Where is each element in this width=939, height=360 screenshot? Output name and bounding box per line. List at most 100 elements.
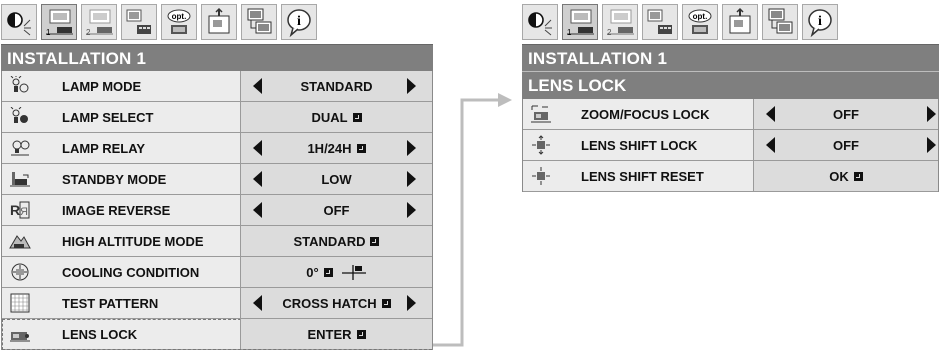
setting-icon xyxy=(208,7,230,34)
menu-tab-bar: 1 2 opt. i xyxy=(1,2,433,44)
lens-lock-icon xyxy=(2,319,38,349)
image-reverse-row[interactable]: R R IMAGE REVERSE OFF xyxy=(2,195,432,226)
left-arrow-icon[interactable] xyxy=(253,295,262,311)
row-label: COOLING CONDITION xyxy=(62,264,200,280)
network-icon xyxy=(768,8,793,34)
installation-2-tab[interactable]: 2 xyxy=(81,4,117,40)
installation-menu-panel: 1 2 opt. i INSTALLATION 1 LAMP MODE STAN… xyxy=(1,2,433,350)
submenu-list: ZOOM/FOCUS LOCK OFF LENS SHIFT LOCK OFF … xyxy=(522,99,939,192)
image-reverse-icon: RR xyxy=(2,195,38,225)
signal-tab[interactable] xyxy=(121,4,157,40)
svg-text:opt.: opt. xyxy=(172,12,187,21)
setting-tab[interactable] xyxy=(722,4,758,40)
picture-tab[interactable] xyxy=(522,4,558,40)
lens-lock-value[interactable]: ENTER xyxy=(240,319,432,349)
right-arrow-icon[interactable] xyxy=(407,140,416,156)
right-arrow-icon[interactable] xyxy=(927,137,936,153)
setting-tab[interactable] xyxy=(201,4,237,40)
submenu-title: LENS LOCK xyxy=(522,71,939,99)
altitude-icon xyxy=(2,226,38,256)
row-label: LAMP MODE xyxy=(62,78,142,94)
picture-adjust-icon xyxy=(528,12,552,36)
lens-shift-lock-row[interactable]: LENS SHIFT LOCK OFF xyxy=(523,130,938,161)
left-arrow-icon[interactable] xyxy=(253,171,262,187)
standby-mode-value[interactable]: LOW xyxy=(240,164,432,194)
lamp-select-row[interactable]: LAMP SELECT DUAL xyxy=(2,102,432,133)
installation-2-tab[interactable]: 2 xyxy=(602,4,638,40)
svg-text:1: 1 xyxy=(46,28,51,37)
lens-shift-reset-icon xyxy=(523,161,559,191)
cooling-condition-value[interactable]: 0° xyxy=(240,257,432,287)
information-tab[interactable]: i xyxy=(802,4,838,40)
svg-text:i: i xyxy=(297,14,301,29)
signal-tab[interactable] xyxy=(642,4,678,40)
right-arrow-icon[interactable] xyxy=(407,202,416,218)
lamp-mode-value[interactable]: STANDARD xyxy=(240,71,432,101)
svg-text:opt.: opt. xyxy=(693,12,708,21)
installation-1-tab[interactable]: 1 xyxy=(41,4,77,40)
cooling-icon xyxy=(2,257,38,287)
installation-1-icon: 1 xyxy=(567,9,594,37)
network-icon xyxy=(247,8,272,34)
right-arrow-icon[interactable] xyxy=(407,295,416,311)
row-label: ZOOM/FOCUS LOCK xyxy=(581,106,710,122)
installation-1-tab[interactable]: 1 xyxy=(562,4,598,40)
lamp-relay-row[interactable]: LAMP RELAY 1H/24H xyxy=(2,133,432,164)
zoom-focus-lock-value[interactable]: OFF xyxy=(753,99,938,129)
lamp-mode-icon xyxy=(2,71,38,101)
lens-shift-reset-value[interactable]: OK xyxy=(753,161,938,191)
zoom-focus-lock-row[interactable]: ZOOM/FOCUS LOCK OFF xyxy=(523,99,938,130)
left-arrow-icon[interactable] xyxy=(253,78,262,94)
svg-text:1: 1 xyxy=(567,28,572,37)
test-pattern-row[interactable]: TEST PATTERN CROSS HATCH xyxy=(2,288,432,319)
orientation-icon xyxy=(341,265,366,280)
network-tab[interactable] xyxy=(762,4,798,40)
left-arrow-icon[interactable] xyxy=(766,106,775,122)
row-label: LENS SHIFT RESET xyxy=(581,168,704,184)
signal-icon xyxy=(126,9,151,34)
right-arrow-icon[interactable] xyxy=(407,78,416,94)
zoom-focus-icon xyxy=(523,99,559,129)
enter-icon xyxy=(356,143,366,153)
installation-1-icon: 1 xyxy=(46,9,73,37)
lens-shift-reset-row[interactable]: LENS SHIFT RESET OK xyxy=(523,161,938,192)
left-arrow-icon[interactable] xyxy=(253,202,262,218)
lamp-relay-value[interactable]: 1H/24H xyxy=(240,133,432,163)
svg-text:i: i xyxy=(818,14,822,29)
lens-lock-row[interactable]: LENS LOCK ENTER xyxy=(2,319,432,350)
lamp-select-value[interactable]: DUAL xyxy=(240,102,432,132)
svg-text:R: R xyxy=(20,206,28,218)
option-icon: opt. xyxy=(688,9,712,34)
svg-text:2: 2 xyxy=(607,28,612,37)
test-pattern-icon xyxy=(2,288,38,318)
option-tab[interactable]: opt. xyxy=(161,4,197,40)
menu-title: INSTALLATION 1 xyxy=(522,44,939,71)
information-tab[interactable]: i xyxy=(281,4,317,40)
right-arrow-icon[interactable] xyxy=(407,171,416,187)
standby-icon xyxy=(2,164,38,194)
cooling-condition-row[interactable]: COOLING CONDITION 0° xyxy=(2,257,432,288)
standby-mode-row[interactable]: STANDBY MODE LOW xyxy=(2,164,432,195)
left-arrow-icon[interactable] xyxy=(766,137,775,153)
row-label: IMAGE REVERSE xyxy=(62,202,171,218)
enter-icon xyxy=(381,298,391,308)
lens-shift-lock-value[interactable]: OFF xyxy=(753,130,938,160)
option-tab[interactable]: opt. xyxy=(682,4,718,40)
right-arrow-icon[interactable] xyxy=(927,106,936,122)
lamp-mode-row[interactable]: LAMP MODE STANDARD xyxy=(2,71,432,102)
enter-icon xyxy=(352,112,362,122)
information-icon: i xyxy=(287,9,311,38)
high-altitude-mode-row[interactable]: HIGH ALTITUDE MODE STANDARD xyxy=(2,226,432,257)
image-reverse-value[interactable]: OFF xyxy=(240,195,432,225)
left-arrow-icon[interactable] xyxy=(253,140,262,156)
test-pattern-value[interactable]: CROSS HATCH xyxy=(240,288,432,318)
menu-title: INSTALLATION 1 xyxy=(1,44,433,71)
menu-list: LAMP MODE STANDARD LAMP SELECT DUAL LAMP… xyxy=(1,71,433,350)
information-icon: i xyxy=(808,9,832,38)
installation-2-icon: 2 xyxy=(86,9,113,37)
picture-tab[interactable] xyxy=(1,4,37,40)
svg-text:2: 2 xyxy=(86,28,91,37)
network-tab[interactable] xyxy=(241,4,277,40)
enter-icon xyxy=(370,236,380,246)
high-altitude-mode-value[interactable]: STANDARD xyxy=(240,226,432,256)
